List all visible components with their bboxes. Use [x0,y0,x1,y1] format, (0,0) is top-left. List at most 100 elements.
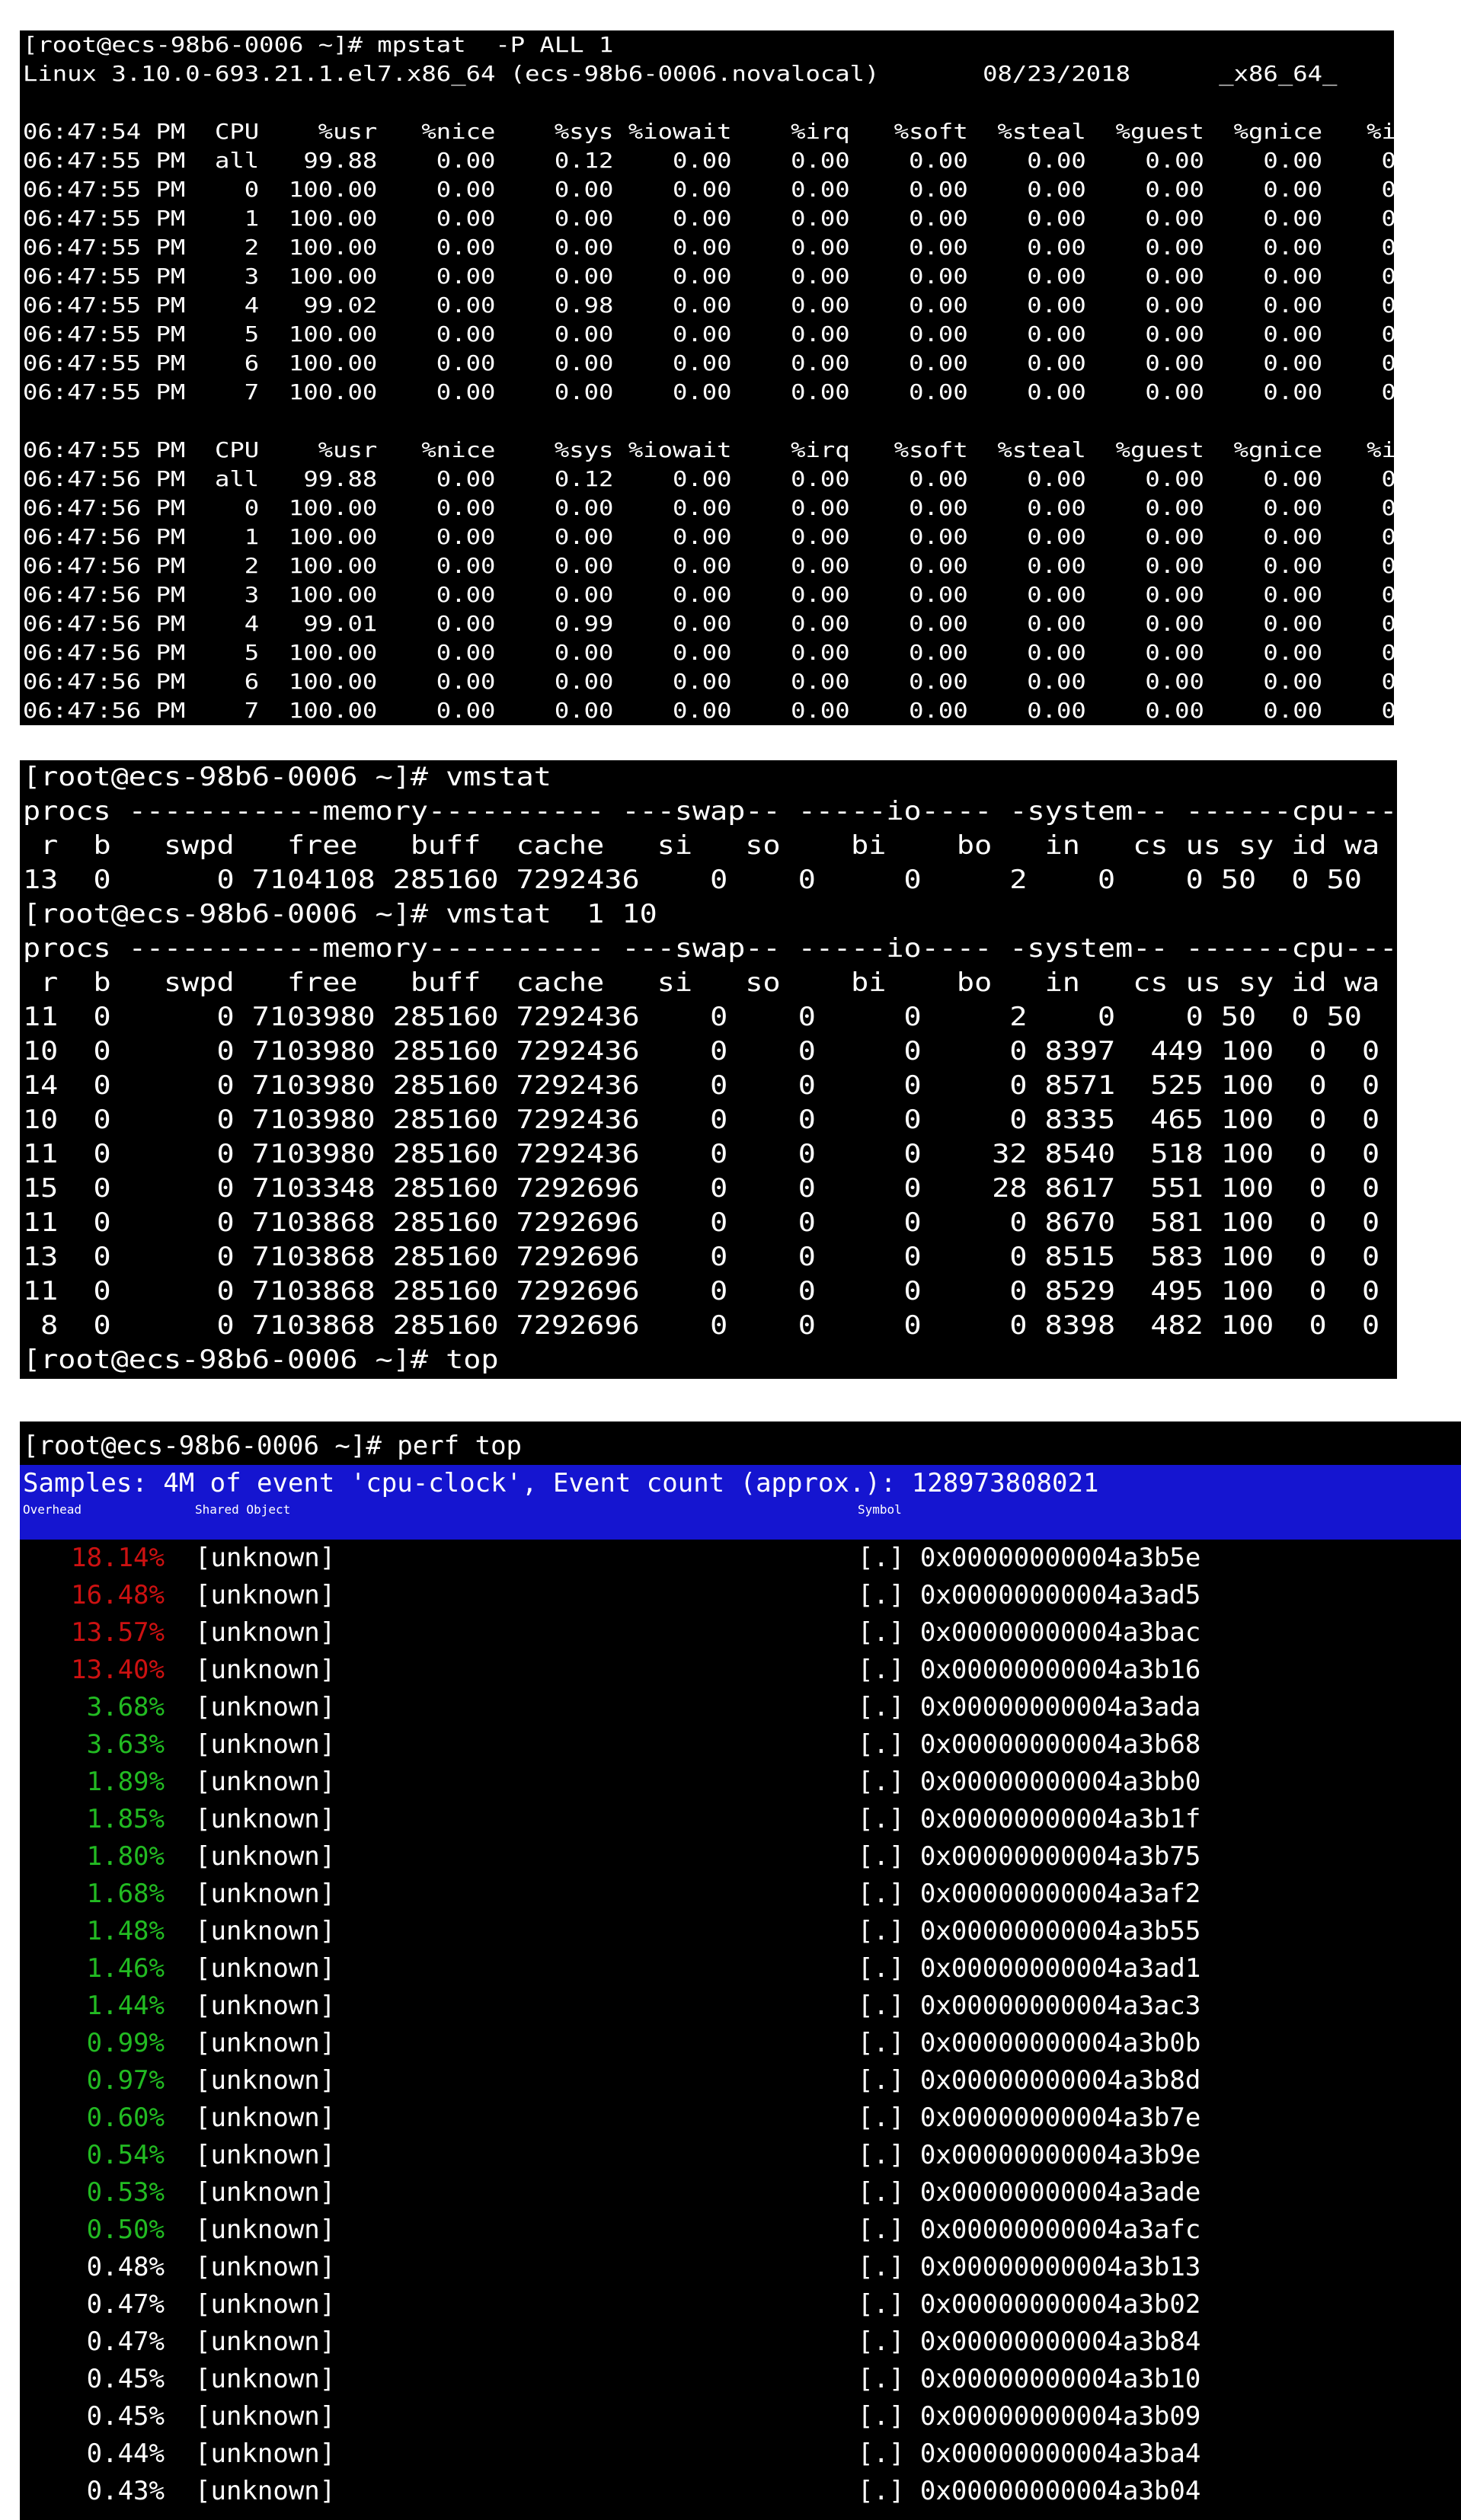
table-row[interactable]: 0.97% [unknown] [.] 0x00000000004a3b8d [20,2062,1461,2099]
vmstat-line: 11 0 0 7103980 285160 7292436 0 0 0 32 8… [23,1139,1397,1169]
table-row[interactable]: 0.45% [unknown] [.] 0x00000000004a3b09 [20,2398,1461,2435]
table-row[interactable]: 13.40% [unknown] [.] 0x00000000004a3b16 [20,1652,1461,1689]
shared-object-value: [unknown] [195,2140,336,2170]
symbol-value: [.] 0x00000000004a3b02 [858,2289,1201,2320]
symbol-value: [.] 0x00000000004a3b10 [858,2364,1201,2394]
table-row[interactable]: 1.46% [unknown] [.] 0x00000000004a3ad1 [20,1950,1461,1988]
symbol-value: [.] 0x00000000004a3ad5 [858,1580,1201,1610]
overhead-value: 0.47% [86,2327,165,2357]
symbol-value: [.] 0x00000000004a3b16 [858,1655,1201,1685]
shared-object-value: [unknown] [195,2289,336,2320]
symbol-value: [.] 0x00000000004a3b1f [858,1804,1201,1834]
symbol-value: [.] 0x00000000004a3b09 [858,2401,1201,2432]
table-row[interactable]: 16.48% [unknown] [.] 0x00000000004a3ad5 [20,1577,1461,1614]
table-row[interactable]: 0.48% [unknown] [.] 0x00000000004a3b13 [20,2249,1461,2286]
symbol-value: [.] 0x00000000004a3ba4 [858,2438,1201,2469]
perf-prompt-line: [root@ecs-98b6-0006 ~]# perf top [23,1431,523,1461]
symbol-value: [.] 0x00000000004a3b5e [858,1543,1201,1573]
table-row[interactable]: 0.45% [unknown] [.] 0x00000000004a3b10 [20,2361,1461,2398]
overhead-value: 13.40% [71,1655,165,1685]
symbol-value: [.] 0x00000000004a3bac [858,1617,1201,1648]
mpstat-line: 06:47:55 PM 4 99.02 0.00 0.98 0.00 0.00 … [23,293,1394,318]
table-row[interactable]: 1.44% [unknown] [.] 0x00000000004a3ac3 [20,1988,1461,2025]
table-row[interactable]: 0.60% [unknown] [.] 0x00000000004a3b7e [20,2099,1461,2137]
table-row[interactable]: 0.47% [unknown] [.] 0x00000000004a3b02 [20,2286,1461,2323]
symbol-value: [.] 0x00000000004a3b68 [858,1729,1201,1760]
table-row[interactable]: 1.85% [unknown] [.] 0x00000000004a3b1f [20,1801,1461,1838]
shared-object-value: [unknown] [195,1692,336,1722]
table-row[interactable]: 1.68% [unknown] [.] 0x00000000004a3af2 [20,1876,1461,1913]
shared-object-value: [unknown] [195,2438,336,2469]
table-row[interactable]: 1.48% [unknown] [.] 0x00000000004a3b55 [20,1913,1461,1950]
table-row[interactable]: 0.54% [unknown] [.] 0x00000000004a3b9e [20,2137,1461,2174]
symbol-value: [.] 0x00000000004a3b55 [858,1916,1201,1946]
overhead-value: 1.46% [86,1953,165,1984]
table-row[interactable]: 3.68% [unknown] [.] 0x00000000004a3ada [20,1689,1461,1726]
vmstat-line: 11 0 0 7103868 285160 7292696 0 0 0 0 86… [23,1207,1397,1238]
shared-object-value: [unknown] [195,2215,336,2245]
mpstat-line: 06:47:56 PM 1 100.00 0.00 0.00 0.00 0.00… [23,524,1394,549]
symbol-value: [.] 0x00000000004a3ada [858,1692,1201,1722]
table-row[interactable]: 1.80% [unknown] [.] 0x00000000004a3b75 [20,1838,1461,1876]
table-row[interactable]: 0.43% [unknown] [.] 0x00000000004a3b04 [20,2473,1461,2510]
table-row[interactable]: 13.57% [unknown] [.] 0x00000000004a3bac [20,1614,1461,1652]
vmstat-line: r b swpd free buff cache si so bi bo in … [23,967,1397,998]
overhead-value: 1.89% [86,1767,165,1797]
symbol-value: [.] 0x00000000004a3b75 [858,1841,1201,1872]
shared-object-value: [unknown] [195,1991,336,2021]
symbol-value: [.] 0x00000000004a3ac3 [858,1991,1201,2021]
mpstat-line: 06:47:56 PM 7 100.00 0.00 0.00 0.00 0.00… [23,698,1394,723]
shared-object-value: [unknown] [195,1617,336,1648]
overhead-value: 1.68% [86,1879,165,1909]
shared-object-value: [unknown] [195,1841,336,1872]
vmstat-line: 13 0 0 7104108 285160 7292436 0 0 0 2 0 … [23,865,1397,895]
overhead-header[interactable]: Overhead [23,1502,82,1517]
shared-object-value: [unknown] [195,2401,336,2432]
symbol-value: [.] 0x00000000004a3afc [858,2215,1201,2245]
shared-object-value: [unknown] [195,2476,336,2506]
table-row[interactable]: 1.89% [unknown] [.] 0x00000000004a3bb0 [20,1764,1461,1801]
table-row[interactable]: 0.44% [unknown] [.] 0x00000000004a3ba4 [20,2435,1461,2473]
mpstat-line: 06:47:55 PM 0 100.00 0.00 0.00 0.00 0.00… [23,177,1394,202]
overhead-value: 1.44% [86,1991,165,2021]
symbol-value: [.] 0x00000000004a3b9e [858,2140,1201,2170]
vmstat-line: 14 0 0 7103980 285160 7292436 0 0 0 0 85… [23,1070,1397,1101]
symbol-value: [.] 0x00000000004a3b7e [858,2103,1201,2133]
vmstat-line: 8 0 0 7103868 285160 7292696 0 0 0 0 839… [23,1310,1397,1341]
overhead-value: 3.63% [86,1729,165,1760]
vmstat-line: 15 0 0 7103348 285160 7292696 0 0 0 28 8… [23,1173,1397,1204]
overhead-value: 0.48% [86,2252,165,2282]
symbol-header[interactable]: Symbol [858,1502,902,1517]
mpstat-line: 06:47:56 PM 5 100.00 0.00 0.00 0.00 0.00… [23,640,1394,665]
shared-object-value: [unknown] [195,2028,336,2058]
perf-top-terminal[interactable]: [root@ecs-98b6-0006 ~]# perf top Samples… [20,1421,1461,2520]
shared-object-header[interactable]: Shared Object [195,1502,290,1517]
table-row[interactable]: 18.14% [unknown] [.] 0x00000000004a3b5e [20,1540,1461,1577]
overhead-value: 1.85% [86,1804,165,1834]
shared-object-value: [unknown] [195,1767,336,1797]
overhead-value: 1.80% [86,1841,165,1872]
mpstat-line: 06:47:55 PM 6 100.00 0.00 0.00 0.00 0.00… [23,350,1394,376]
overhead-value: 0.60% [86,2103,165,2133]
overhead-value: 3.68% [86,1692,165,1722]
vmstat-line: 11 0 0 7103868 285160 7292696 0 0 0 0 85… [23,1276,1397,1306]
shared-object-value: [unknown] [195,1879,336,1909]
shared-object-value: [unknown] [195,2103,336,2133]
symbol-value: [.] 0x00000000004a3ad1 [858,1953,1201,1984]
shared-object-value: [unknown] [195,1580,336,1610]
mpstat-line: 06:47:55 PM 1 100.00 0.00 0.00 0.00 0.00… [23,206,1394,231]
table-row[interactable]: 0.50% [unknown] [.] 0x00000000004a3afc [20,2211,1461,2249]
mpstat-line: 06:47:56 PM 2 100.00 0.00 0.00 0.00 0.00… [23,553,1394,578]
vmstat-terminal[interactable]: [root@ecs-98b6-0006 ~]# vmstat procs ----… [20,760,1397,1379]
mpstat-line: 06:47:55 PM CPU %usr %nice %sys %iowait … [23,437,1394,462]
overhead-value: 16.48% [71,1580,165,1610]
shared-object-value: [unknown] [195,1543,336,1573]
symbol-value: [.] 0x00000000004a3af2 [858,1879,1201,1909]
table-row[interactable]: 3.63% [unknown] [.] 0x00000000004a3b68 [20,1726,1461,1764]
overhead-value: 0.53% [86,2177,165,2208]
table-row[interactable]: 0.47% [unknown] [.] 0x00000000004a3b84 [20,2323,1461,2361]
table-row[interactable]: 0.53% [unknown] [.] 0x00000000004a3ade [20,2174,1461,2211]
table-row[interactable]: 0.99% [unknown] [.] 0x00000000004a3b0b [20,2025,1461,2062]
symbol-value: [.] 0x00000000004a3b84 [858,2327,1201,2357]
mpstat-terminal[interactable]: [root@ecs-98b6-0006 ~]# mpstat -P ALL 1 L… [20,30,1394,725]
